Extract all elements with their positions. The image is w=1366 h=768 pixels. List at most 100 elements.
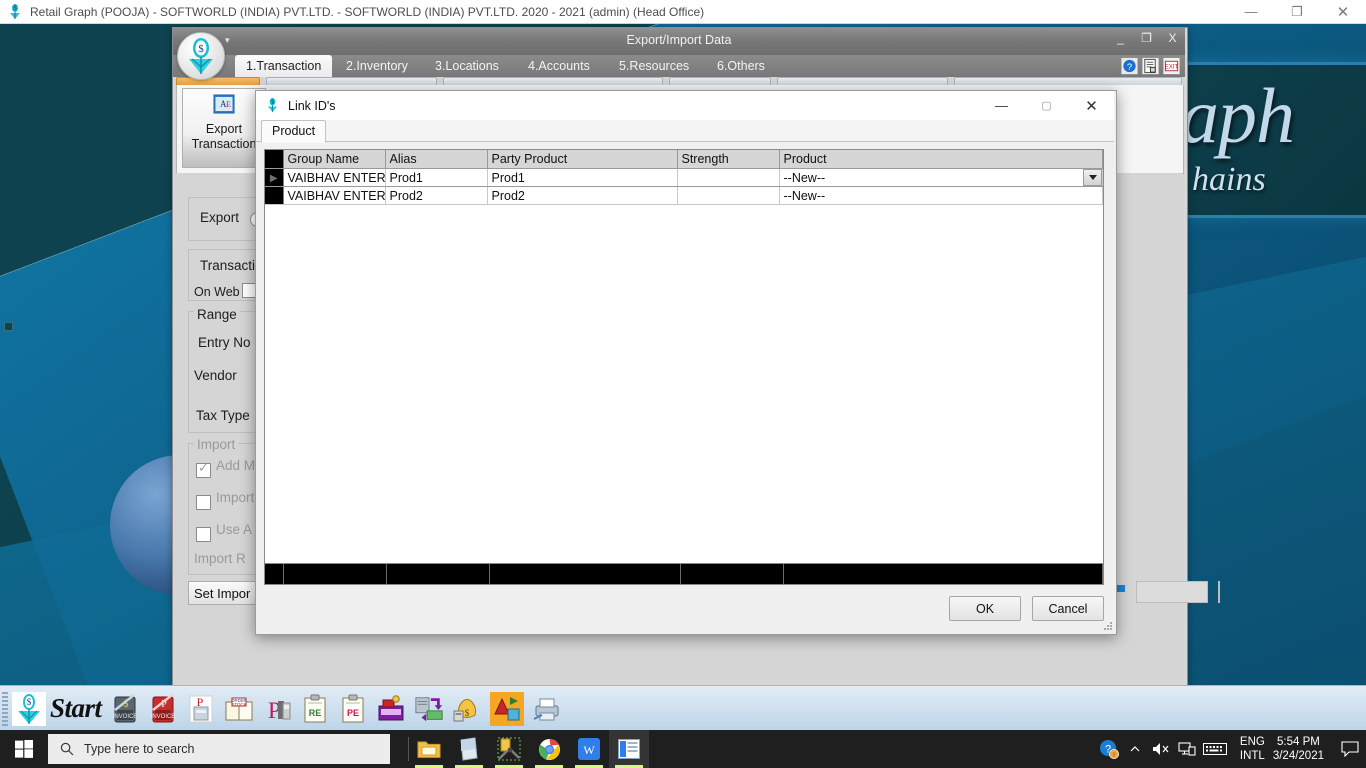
tab-locations[interactable]: 3.Locations [424,55,510,77]
export-import-minimize-button[interactable]: _ [1114,31,1127,45]
report-icon[interactable] [489,691,524,726]
file-explorer-icon[interactable] [409,730,449,768]
column-header-product[interactable]: Product [779,150,1103,169]
form-button-b[interactable] [1218,581,1220,603]
retail-graph-start-icon[interactable]: $ [12,691,46,726]
help-tray-icon[interactable]: ? ! [1096,730,1122,768]
column-header-strength[interactable]: Strength [677,150,780,169]
network-icon[interactable] [1174,730,1200,768]
grid-footer-cell-product [784,564,1103,584]
purchase-icon[interactable]: P [262,692,292,726]
main-maximize-button[interactable]: ❐ [1274,0,1320,23]
store-icon[interactable] [449,730,489,768]
import-checkbox[interactable] [196,495,211,510]
export-import-close-button[interactable]: X [1166,31,1179,45]
link-ids-title-bar[interactable]: $ Link ID's — ▢ ✕ [256,91,1114,120]
resize-grip[interactable] [1103,622,1113,632]
bank-transfer-icon[interactable] [414,692,444,726]
export-transaction-icon: A E [213,94,235,114]
order-stock-icon[interactable]: ORDER STOCK [224,692,254,726]
svg-text:RE: RE [308,708,321,718]
link-ids-minimize-button[interactable]: — [979,91,1024,120]
document-icon[interactable] [1142,57,1159,75]
svg-text:INVOICE: INVOICE [150,714,175,720]
entry-no-label: Entry No [198,335,251,350]
table-row[interactable]: ▶ VAIBHAV ENTERPR Prod1 Prod1 --New-- [265,168,1103,187]
add-missing-checkbox[interactable] [196,460,211,478]
keyboard-icon[interactable] [1200,730,1230,768]
search-input[interactable]: Type here to search [48,734,390,764]
main-close-button[interactable]: ✕ [1320,0,1366,23]
cash-register-icon[interactable] [376,692,406,726]
exit-icon[interactable]: EXIT [1163,57,1180,75]
main-minimize-button[interactable]: — [1228,0,1274,23]
windows-start-icon[interactable] [0,730,48,768]
ok-button[interactable]: OK [949,596,1021,621]
receipt-entry-icon[interactable]: RE [300,692,330,726]
toolbar-drag-handle[interactable] [2,691,8,726]
on-web-label: On Web [194,285,240,299]
cell-group-name[interactable]: VAIBHAV ENTERPR [283,168,386,187]
export-import-title-bar[interactable]: ▾ Export/Import Data _ ❐ X [173,28,1185,55]
column-header-alias[interactable]: Alias [385,150,488,169]
tab-inventory[interactable]: 2.Inventory [335,55,419,77]
printer-icon[interactable] [532,692,562,726]
cell-product[interactable]: --New-- [779,168,1103,187]
tab-accounts[interactable]: 4.Accounts [517,55,601,77]
cell-product[interactable]: --New-- [779,186,1103,205]
wps-office-icon[interactable]: W [569,730,609,768]
column-header-group-name[interactable]: Group Name [283,150,386,169]
add-missing-label: Add M [216,458,256,473]
row-marker [265,186,284,205]
clock-area[interactable]: ENG INTL 5:54 PM 3/24/2021 [1230,735,1334,763]
tab-transaction[interactable]: 1.Transaction [235,55,333,77]
cell-strength[interactable] [677,168,780,187]
money-bag-icon[interactable]: $ [452,692,482,726]
tab-others[interactable]: 6.Others [706,55,776,77]
chevron-down-icon[interactable] [1083,169,1102,186]
svg-text:$: $ [27,697,32,707]
link-ids-maximize-button[interactable]: ▢ [1024,91,1069,120]
sale-invoice-icon[interactable]: INVOICE $ [110,692,140,726]
clock[interactable]: 5:54 PM 3/24/2021 [1273,735,1324,763]
payment-entry-icon[interactable]: PE [338,692,368,726]
table-row[interactable]: VAIBHAV ENTERPR Prod2 Prod2 --New-- [265,186,1103,205]
export-transaction-button[interactable]: A E Export Transaction [182,88,266,168]
show-hidden-icons-icon[interactable] [1122,730,1148,768]
link-ids-close-button[interactable]: ✕ [1069,91,1114,120]
tools-icon[interactable] [489,730,529,768]
cancel-button[interactable]: Cancel [1032,596,1104,621]
export-import-maximize-button[interactable]: ❐ [1140,31,1153,45]
cell-party-product[interactable]: Prod1 [487,168,678,187]
grid-footer-cell-strength [681,564,784,584]
export-import-title: Export/Import Data [626,33,732,47]
form-button-a[interactable] [1136,581,1208,603]
start-label[interactable]: Start [50,693,102,724]
application-orb-button[interactable]: $ [177,32,225,80]
receipt-icon[interactable]: P [186,692,216,726]
import-r-label: Import R [194,551,246,566]
cell-strength[interactable] [677,186,780,205]
language-indicator[interactable]: ENG INTL [1240,735,1265,763]
cell-alias[interactable]: Prod1 [385,168,488,187]
help-icon[interactable]: ? [1121,57,1138,75]
chrome-icon[interactable] [529,730,569,768]
svg-text:EXIT: EXIT [1165,63,1179,70]
action-center-icon[interactable] [1334,730,1366,768]
purchase-invoice-icon[interactable]: INVOICE P [148,692,178,726]
use-a-checkbox[interactable] [196,527,211,542]
svg-text:E: E [226,100,231,109]
link-ids-grid[interactable]: Group Name Alias Party Product Strength … [264,149,1104,585]
tab-resources[interactable]: 5.Resources [608,55,700,77]
column-header-party-product[interactable]: Party Product [487,150,678,169]
set-import-label: Set Impor [194,585,251,601]
svg-text:?: ? [1127,62,1132,73]
active-window-icon[interactable] [609,730,649,768]
ribbon-button-strip [176,77,1182,86]
volume-muted-icon[interactable] [1148,730,1174,768]
cell-group-name[interactable]: VAIBHAV ENTERPR [283,186,386,205]
tab-product[interactable]: Product [261,120,327,143]
cell-party-product[interactable]: Prod2 [487,186,678,205]
main-title-bar[interactable]: $ Retail Graph (POOJA) - SOFTWORLD (INDI… [0,0,1366,24]
cell-alias[interactable]: Prod2 [385,186,488,205]
